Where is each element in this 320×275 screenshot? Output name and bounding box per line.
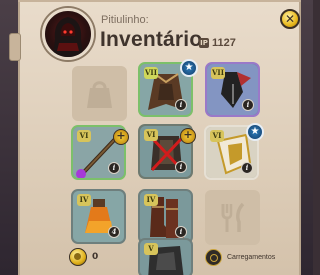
info-icon[interactable]: i bbox=[242, 99, 254, 111]
coin-count: 0 bbox=[92, 252, 99, 262]
close-button[interactable]: ✕ bbox=[280, 9, 300, 29]
background-right bbox=[299, 0, 313, 275]
tier-badge: VI bbox=[144, 129, 158, 141]
hooded-figure-icon bbox=[53, 17, 83, 57]
cargo-icon[interactable] bbox=[205, 249, 222, 266]
bag-slot[interactable] bbox=[72, 66, 127, 121]
info-icon[interactable]: i bbox=[175, 99, 187, 111]
tier-badge: VI bbox=[210, 130, 224, 142]
plus-icon: + bbox=[113, 129, 129, 145]
panel-top-border bbox=[18, 0, 301, 2]
info-icon[interactable]: i bbox=[175, 161, 187, 173]
head-slot[interactable]: VII i ★ bbox=[138, 59, 198, 117]
plus-icon: + bbox=[180, 128, 196, 144]
potion-slot[interactable]: IV 4 bbox=[71, 189, 126, 244]
armor-slot[interactable]: VI i + bbox=[138, 124, 196, 179]
shoes-slot[interactable]: IV i bbox=[138, 189, 193, 244]
mount-slot[interactable]: V bbox=[138, 238, 193, 275]
tier-badge: IV bbox=[77, 194, 91, 206]
fork-knife-icon bbox=[221, 202, 245, 232]
main-hand-slot[interactable]: VI i + bbox=[71, 125, 129, 180]
star-icon: ★ bbox=[180, 59, 198, 77]
silver-coin-icon bbox=[69, 248, 87, 266]
item-power-value: 1127 bbox=[212, 37, 236, 49]
info-icon[interactable]: i bbox=[175, 226, 187, 238]
item-power-display: IP 1127 bbox=[199, 37, 236, 49]
side-tab[interactable] bbox=[9, 33, 21, 61]
player-avatar[interactable] bbox=[42, 8, 94, 60]
info-icon[interactable]: i bbox=[241, 162, 253, 174]
tier-badge: IV bbox=[144, 194, 158, 206]
food-slot[interactable] bbox=[205, 190, 260, 245]
bag-icon bbox=[87, 81, 112, 108]
info-icon[interactable]: i bbox=[108, 162, 120, 174]
page-title: Inventário bbox=[100, 28, 203, 51]
star-icon: ★ bbox=[246, 123, 264, 141]
tier-badge: VI bbox=[77, 130, 91, 142]
tier-badge: V bbox=[144, 243, 158, 255]
close-icon: ✕ bbox=[284, 12, 296, 26]
item-power-icon: IP bbox=[199, 38, 209, 48]
off-hand-slot[interactable]: VI i ★ bbox=[204, 123, 264, 180]
player-name-label: Pitiulinho: bbox=[101, 14, 149, 26]
tier-badge: VII bbox=[144, 67, 158, 79]
quantity-badge: 4 bbox=[108, 226, 120, 238]
tier-badge: VII bbox=[211, 67, 225, 79]
cargo-label[interactable]: Carregamentos bbox=[227, 254, 275, 261]
cape-slot[interactable]: VII i bbox=[205, 62, 260, 117]
